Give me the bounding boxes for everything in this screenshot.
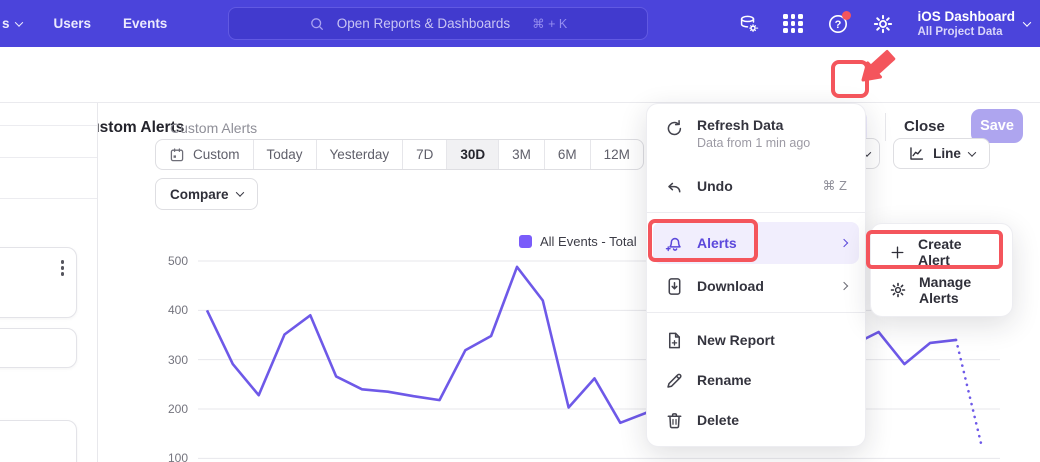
project-switcher[interactable]: iOS Dashboard All Project Data <box>917 9 1030 39</box>
plus-icon <box>889 244 906 261</box>
top-nav: s Users Events Open Reports & Dashboards… <box>0 0 1040 47</box>
gear-icon <box>889 281 907 299</box>
kebab-menu-icon[interactable] <box>61 260 65 276</box>
header-divider <box>885 113 886 141</box>
y-axis-tick: 200 <box>148 402 188 416</box>
report-header: Custom Alerts Custom Alerts GV Duplicate… <box>0 47 1040 103</box>
undo-shortcut: ⌘ Z <box>822 178 847 194</box>
chevron-down-icon <box>14 18 22 26</box>
submenu-item-create-alert[interactable]: Create Alert <box>877 233 1006 271</box>
apps-grid-icon[interactable] <box>782 13 804 35</box>
left-query-panel <box>0 103 98 462</box>
chart-legend[interactable]: All Events - Total <box>519 234 637 249</box>
svg-text:?: ? <box>835 19 842 31</box>
query-card[interactable] <box>0 328 77 368</box>
pencil-icon <box>665 371 684 390</box>
notification-badge <box>842 11 851 20</box>
panel-divider <box>0 157 97 158</box>
chart-type-button[interactable]: Line <box>893 138 990 169</box>
menu-item-rename[interactable]: Rename <box>653 360 859 400</box>
compare-button[interactable]: Compare <box>155 178 258 210</box>
menu-item-delete[interactable]: Delete <box>653 400 859 440</box>
nav-left: s Users Events <box>2 0 167 47</box>
trash-icon <box>665 411 684 430</box>
date-range-yesterday[interactable]: Yesterday <box>316 140 403 169</box>
date-range-today[interactable]: Today <box>253 140 316 169</box>
date-range-6m[interactable]: 6M <box>544 140 590 169</box>
data-management-icon[interactable] <box>737 13 759 35</box>
chevron-right-icon <box>840 282 848 290</box>
y-axis-tick: 400 <box>148 303 188 317</box>
menu-divider <box>647 212 865 213</box>
menu-item-refresh-data[interactable]: Refresh Data Data from 1 min ago <box>653 112 859 164</box>
y-axis-tick: 300 <box>148 353 188 367</box>
close-button[interactable]: Close <box>904 118 945 135</box>
app-window: s Users Events Open Reports & Dashboards… <box>0 0 1040 462</box>
panel-divider <box>0 198 97 199</box>
refresh-icon <box>665 119 684 138</box>
chevron-down-icon <box>968 148 976 156</box>
menu-item-new-report[interactable]: New Report <box>653 320 859 360</box>
project-scope: All Project Data <box>917 25 1015 39</box>
menu-divider <box>647 312 865 313</box>
date-range-12m[interactable]: 12M <box>590 140 643 169</box>
date-range-custom[interactable]: Custom <box>156 140 253 169</box>
query-card[interactable] <box>0 247 77 318</box>
nav-right: ? iOS Dashboard All Project Data <box>737 0 1030 47</box>
help-icon[interactable]: ? <box>827 13 849 35</box>
refresh-status-text: Data from 1 min ago <box>697 136 810 150</box>
alerts-submenu: Create Alert Manage Alerts <box>870 223 1013 317</box>
nav-item-label: s <box>2 16 10 31</box>
project-name: iOS Dashboard <box>917 9 1015 25</box>
y-axis-tick: 100 <box>148 451 188 462</box>
nav-item-boards-truncated[interactable]: s <box>2 16 22 31</box>
y-axis-tick: 500 <box>148 254 188 268</box>
legend-swatch <box>519 235 532 248</box>
legend-label: All Events - Total <box>540 234 637 249</box>
panel-divider <box>0 125 97 126</box>
submenu-item-manage-alerts[interactable]: Manage Alerts <box>877 271 1006 309</box>
nav-item-events[interactable]: Events <box>123 16 167 31</box>
calendar-icon <box>169 147 185 163</box>
settings-gear-icon[interactable] <box>872 13 894 35</box>
chevron-down-icon <box>235 188 243 196</box>
menu-item-undo[interactable]: Undo ⌘ Z <box>653 166 859 206</box>
global-search-input[interactable]: Open Reports & Dashboards ⌘ + K <box>228 7 648 40</box>
date-range-7d[interactable]: 7D <box>402 140 446 169</box>
search-placeholder: Open Reports & Dashboards <box>337 16 510 31</box>
download-icon <box>665 277 684 296</box>
chevron-down-icon <box>1023 18 1031 26</box>
new-report-icon <box>665 331 684 350</box>
more-options-menu: Refresh Data Data from 1 min ago Undo ⌘ … <box>646 103 866 447</box>
query-card[interactable] <box>0 420 77 462</box>
menu-item-download[interactable]: Download <box>653 266 859 306</box>
breadcrumb: Custom Alerts <box>170 120 257 136</box>
chevron-right-icon <box>840 239 848 247</box>
nav-item-users[interactable]: Users <box>54 16 92 31</box>
menu-item-alerts[interactable]: Alerts <box>653 222 859 264</box>
date-range-3m[interactable]: 3M <box>498 140 544 169</box>
date-range-control: Custom Today Yesterday 7D 30D 3M 6M 12M <box>155 139 644 170</box>
undo-icon <box>665 177 684 196</box>
line-chart-icon <box>908 145 925 162</box>
bell-plus-icon <box>665 234 684 253</box>
search-shortcut: ⌘ + K <box>532 16 567 31</box>
date-range-30d-selected[interactable]: 30D <box>446 140 498 169</box>
search-icon <box>309 16 325 32</box>
